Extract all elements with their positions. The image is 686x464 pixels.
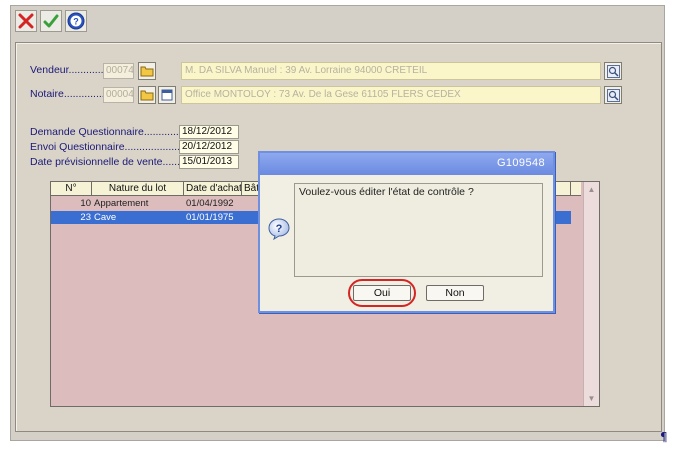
notaire-search-button[interactable] — [604, 86, 622, 104]
notaire-label: Notaire................. — [30, 88, 114, 100]
validate-button[interactable] — [40, 10, 62, 32]
magnifier-icon — [606, 64, 620, 78]
question-icon: ? — [268, 218, 290, 240]
scroll-down-icon[interactable]: ▼ — [587, 394, 596, 403]
dialog-message: Voulez-vous éditer l'état de contrôle ? — [294, 183, 543, 277]
date-previsionnelle-field[interactable]: 15/01/2013 — [179, 155, 239, 169]
row-num: 23 — [80, 212, 91, 223]
magnifier-icon — [606, 88, 620, 102]
toolbar: ? — [11, 6, 666, 36]
close-icon — [18, 13, 34, 29]
row-date: 01/01/1975 — [186, 212, 234, 223]
folder-icon — [140, 66, 154, 77]
row-nature: Cave — [94, 212, 117, 223]
vendeur-folder-button[interactable] — [138, 62, 156, 80]
vendeur-info-field: M. DA SILVA Manuel : 39 Av. Lorraine 940… — [181, 62, 601, 80]
row-date: 01/04/1992 — [186, 198, 234, 209]
notaire-folder-button[interactable] — [138, 86, 156, 104]
column-header-date-achat[interactable]: Date d'achat — [184, 182, 242, 196]
notaire-info-field: Office MONTOLOY : 73 Av. De la Gese 6110… — [181, 86, 601, 104]
dialog-title: G109548 — [496, 157, 545, 169]
envoi-questionnaire-field[interactable]: 20/12/2012 — [179, 140, 239, 154]
row-num: 10 — [80, 198, 91, 209]
check-icon — [43, 14, 59, 28]
close-button[interactable] — [15, 10, 37, 32]
dialog-titlebar[interactable]: G109548 — [260, 153, 553, 175]
column-header-nature[interactable]: Nature du lot — [92, 182, 184, 196]
demande-questionnaire-label: Demande Questionnaire.............. — [30, 126, 185, 138]
table-scrollbar[interactable]: ▲ ▼ — [583, 182, 599, 406]
help-icon: ? — [67, 12, 85, 30]
notaire-detail-button[interactable] — [158, 86, 176, 104]
oui-button[interactable]: Oui — [353, 285, 411, 301]
non-button[interactable]: Non — [426, 285, 484, 301]
vendeur-search-button[interactable] — [604, 62, 622, 80]
column-header-num[interactable]: N° — [51, 182, 92, 196]
svg-text:?: ? — [73, 17, 79, 27]
date-previsionnelle-label: Date prévisionnelle de vente.......... — [30, 156, 192, 168]
help-button[interactable]: ? — [65, 10, 87, 32]
confirm-dialog: G109548 ? Voulez-vous éditer l'état de c… — [258, 151, 555, 313]
scroll-up-icon[interactable]: ▲ — [587, 185, 596, 194]
svg-text:?: ? — [276, 223, 283, 235]
notaire-code-field[interactable]: 00004 — [103, 87, 134, 103]
row-nature: Appartement — [94, 198, 149, 209]
folder-icon — [140, 90, 154, 101]
demande-questionnaire-field[interactable]: 18/12/2012 — [179, 125, 239, 139]
window-icon — [161, 89, 173, 101]
vendeur-code-field[interactable]: 00074 — [103, 63, 134, 79]
pilcrow-mark: ¶ — [660, 430, 668, 444]
envoi-questionnaire-label: Envoi Questionnaire.....................… — [30, 141, 189, 153]
